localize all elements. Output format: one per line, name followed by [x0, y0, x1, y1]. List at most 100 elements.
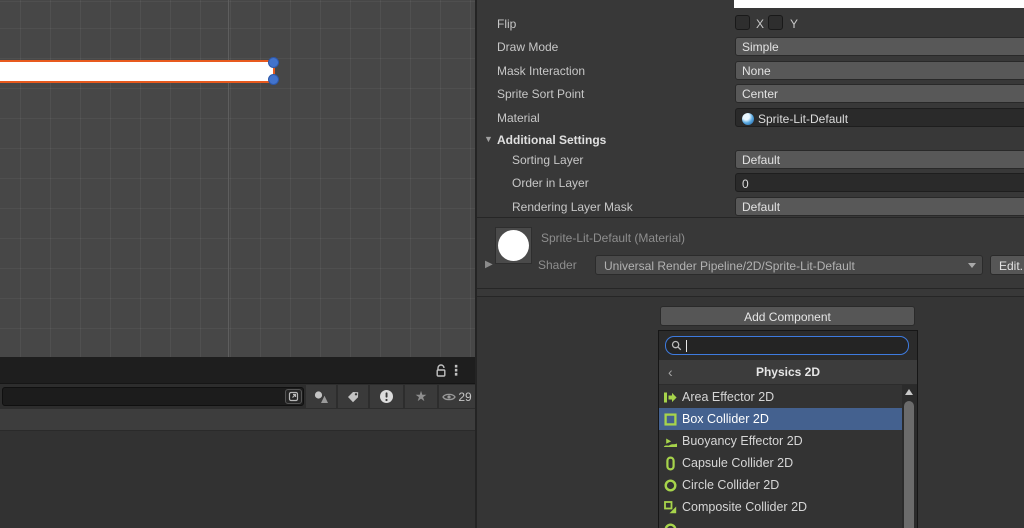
material-foldout-closed-icon[interactable]: ▶	[485, 259, 493, 270]
rendering-layer-mask-row: Rendering Layer Mask Default	[477, 197, 1024, 216]
material-value: Sprite-Lit-Default	[758, 112, 848, 126]
text-cursor	[686, 340, 687, 352]
flip-x-checkbox[interactable]	[735, 15, 750, 30]
mask-interaction-row: Mask Interaction None	[477, 61, 1024, 80]
scrollbar-thumb[interactable]	[904, 401, 914, 528]
buoyancy-effector-2d-icon	[663, 434, 678, 449]
star-icon: ★	[415, 388, 428, 405]
sprite-sort-point-label: Sprite Sort Point	[497, 87, 584, 101]
project-search-input[interactable]	[2, 387, 304, 406]
composite-collider-2d-icon	[663, 500, 678, 515]
component-item-capsule-collider-2d[interactable]: Capsule Collider 2D	[659, 452, 904, 474]
sorting-layer-dropdown[interactable]: Default	[735, 150, 1024, 169]
color-swatch[interactable]	[734, 0, 1024, 8]
flip-row: Flip X Y	[477, 14, 1024, 33]
visibility-count: 29	[458, 390, 471, 404]
shader-label: Shader	[538, 258, 577, 272]
component-item-label: Capsule Collider 2D	[682, 456, 793, 470]
grid-axis-line	[228, 0, 229, 357]
material-label: Material	[497, 111, 540, 125]
favorites-button[interactable]: ★	[405, 385, 437, 408]
draw-mode-dropdown[interactable]: Simple	[735, 37, 1024, 56]
component-item-label: Composite Collider 2D	[682, 500, 807, 514]
menu-kebab-icon[interactable]: ⋮	[449, 362, 463, 378]
order-in-layer-value: 0	[742, 177, 749, 191]
project-content-area[interactable]	[0, 432, 475, 528]
component-item-composite-collider-2d[interactable]: Composite Collider 2D	[659, 496, 904, 518]
partial-component-icon	[663, 522, 678, 528]
draw-mode-row: Draw Mode Simple	[477, 37, 1024, 56]
scroll-up-icon[interactable]	[905, 389, 913, 395]
shader-value: Universal Render Pipeline/2D/Sprite-Lit-…	[604, 259, 855, 273]
selected-sprite[interactable]	[0, 60, 275, 83]
additional-settings-label: Additional Settings	[497, 133, 606, 147]
flip-y-label: Y	[790, 17, 798, 31]
rendering-layer-mask-dropdown[interactable]: Default	[735, 197, 1024, 216]
material-object-field[interactable]: Sprite-Lit-Default	[735, 108, 1024, 127]
component-item-circle-collider-2d[interactable]: Circle Collider 2D	[659, 474, 904, 496]
alert-circle-icon	[379, 389, 394, 404]
component-item-label: Box Collider 2D	[682, 412, 769, 426]
component-category-header: ‹ Physics 2D	[659, 360, 917, 385]
add-component-button[interactable]: Add Component	[660, 306, 915, 326]
expand-icon	[288, 391, 299, 402]
import-log-button[interactable]	[370, 385, 403, 408]
flip-label: Flip	[497, 17, 516, 31]
order-in-layer-input[interactable]: 0	[735, 173, 1024, 192]
component-item-label: Buoyancy Effector 2D	[682, 434, 803, 448]
sprite-sort-point-dropdown[interactable]: Center	[735, 84, 1024, 103]
sorting-layer-row: Sorting Layer Default	[477, 150, 1024, 169]
component-item-label: Area Effector 2D	[682, 390, 774, 404]
foldout-open-icon[interactable]: ▼	[484, 134, 493, 144]
color-row-label: Color	[497, 0, 526, 3]
area-effector-2d-icon	[663, 390, 678, 405]
unlock-icon[interactable]	[435, 364, 447, 377]
flip-x-label: X	[756, 17, 764, 31]
category-title: Physics 2D	[659, 360, 917, 379]
material-preview-title: Sprite-Lit-Default (Material)	[541, 231, 685, 245]
mask-interaction-dropdown[interactable]: None	[735, 61, 1024, 80]
scale-handle-top-right[interactable]	[268, 57, 279, 68]
filter-by-type-button[interactable]	[306, 385, 336, 408]
expand-search-button[interactable]	[285, 389, 302, 404]
component-search-strip	[659, 331, 917, 360]
scale-handle-bottom-right[interactable]	[268, 74, 279, 85]
add-component-dropdown: ‹ Physics 2D Area Effector 2D Box Collid…	[658, 330, 918, 528]
circle-collider-2d-icon	[663, 478, 678, 493]
separator	[477, 288, 1024, 289]
sorting-layer-label: Sorting Layer	[512, 153, 583, 167]
material-preview-thumbnail[interactable]	[495, 227, 532, 264]
back-chevron-icon[interactable]: ‹	[668, 364, 673, 380]
material-preview-sphere	[498, 230, 529, 261]
flip-y-checkbox[interactable]	[768, 15, 783, 30]
draw-mode-label: Draw Mode	[497, 40, 558, 54]
project-toolbar: ★ 29	[0, 384, 475, 409]
shader-edit-button[interactable]: Edit...	[990, 255, 1024, 275]
additional-settings-row[interactable]: ▼ Additional Settings	[477, 130, 1024, 149]
component-item-label: Circle Collider 2D	[682, 478, 779, 492]
component-search-input[interactable]	[665, 336, 909, 355]
filter-by-label-button[interactable]	[338, 385, 368, 408]
filter-by-type-icon	[313, 390, 329, 404]
capsule-collider-2d-icon	[663, 456, 678, 471]
separator	[477, 217, 1024, 218]
order-in-layer-label: Order in Layer	[512, 176, 589, 190]
component-item-box-collider-2d[interactable]: Box Collider 2D	[659, 408, 904, 430]
scrollbar[interactable]	[902, 385, 917, 528]
search-icon	[671, 340, 682, 351]
component-list: Area Effector 2D Box Collider 2D Buoyanc…	[659, 385, 904, 528]
order-in-layer-row: Order in Layer 0	[477, 173, 1024, 192]
visibility-toggle-button[interactable]: 29	[439, 385, 475, 408]
project-breadcrumb-bar[interactable]	[0, 409, 475, 431]
shader-dropdown[interactable]: Universal Render Pipeline/2D/Sprite-Lit-…	[595, 255, 983, 275]
mask-interaction-label: Mask Interaction	[497, 64, 585, 78]
material-row: Material Sprite-Lit-Default	[477, 108, 1024, 127]
scene-view[interactable]	[0, 0, 475, 357]
material-sphere-icon	[742, 113, 754, 125]
component-item-area-effector-2d[interactable]: Area Effector 2D	[659, 386, 904, 408]
component-item-partial[interactable]	[659, 518, 904, 528]
sprite-sort-point-row: Sprite Sort Point Center	[477, 84, 1024, 103]
rendering-layer-mask-label: Rendering Layer Mask	[512, 200, 633, 214]
component-item-buoyancy-effector-2d[interactable]: Buoyancy Effector 2D	[659, 430, 904, 452]
chevron-down-icon	[968, 263, 976, 268]
